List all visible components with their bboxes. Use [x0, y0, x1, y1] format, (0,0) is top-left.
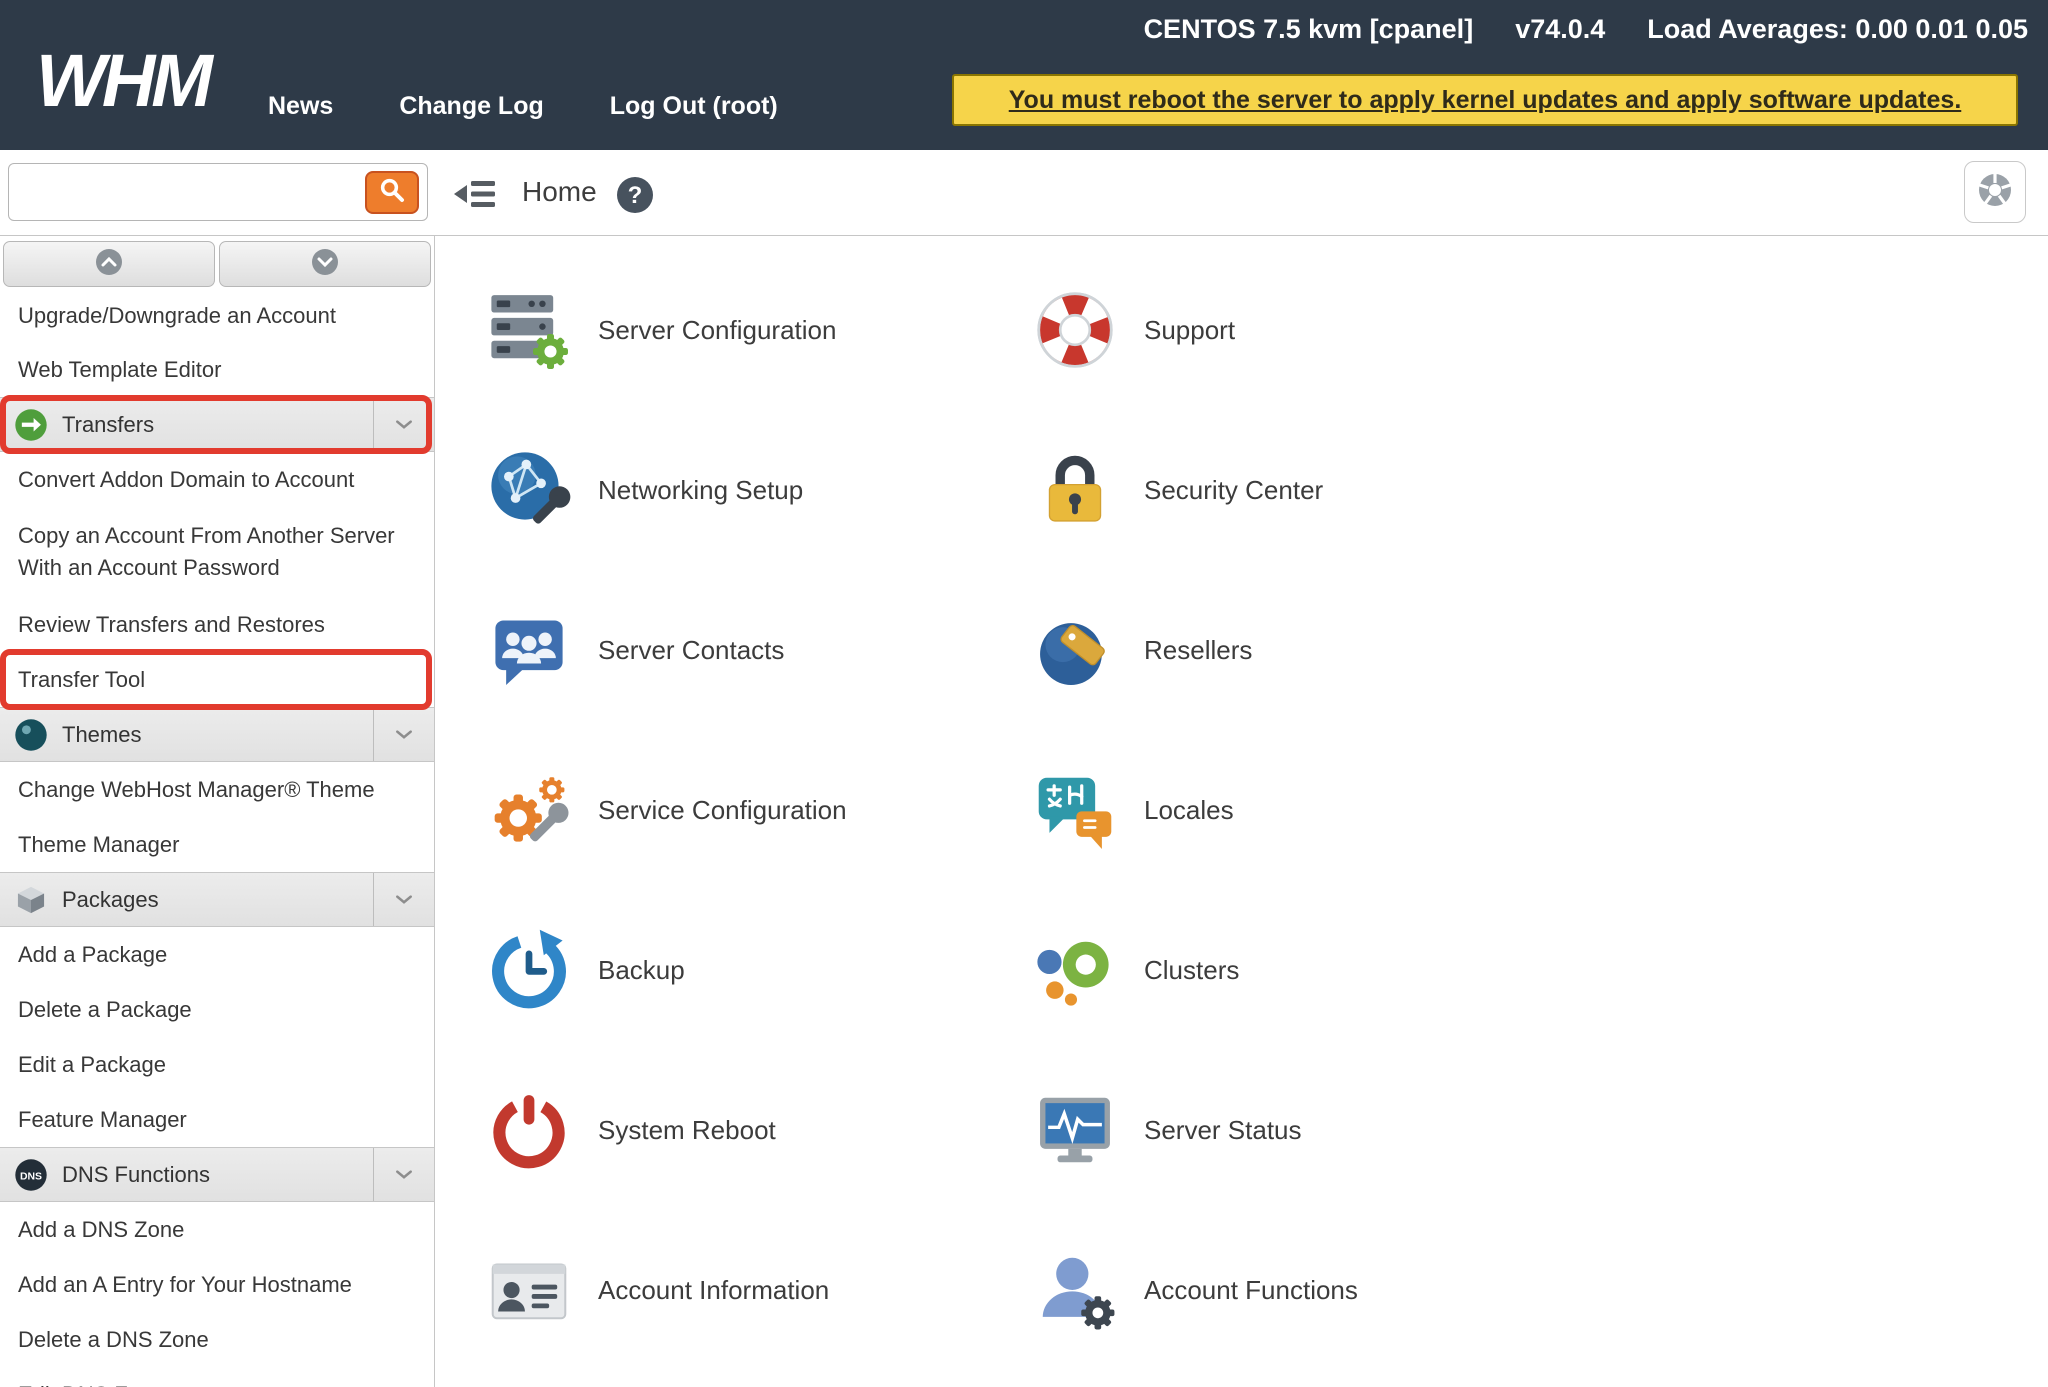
security-center-icon — [1032, 447, 1118, 533]
sidebar-scroll-controls — [0, 236, 434, 292]
sidebar-item-transfer-tool[interactable]: Transfer Tool — [0, 649, 434, 710]
chevron-down-icon[interactable] — [373, 708, 434, 761]
sidebar-item-web-template-editor[interactable]: Web Template Editor — [0, 342, 434, 397]
server-contacts-icon — [486, 607, 572, 693]
sidebar-item-add-a-entry[interactable]: Add an A Entry for Your Hostname — [0, 1257, 434, 1312]
sidebar-item-copy-account[interactable]: Copy an Account From Another Server With… — [0, 507, 434, 597]
collapse-menu-icon[interactable] — [454, 178, 496, 210]
tile-networking-setup[interactable]: Networking Setup — [486, 410, 1032, 570]
sidebar-item-change-whm-theme[interactable]: Change WebHost Manager® Theme — [0, 762, 434, 817]
whm-home-page: WHM News Change Log Log Out (root) CENTO… — [0, 0, 2048, 1387]
svg-text:?: ? — [628, 182, 643, 209]
networking-setup-icon — [486, 447, 572, 533]
tile-security-center[interactable]: Security Center — [1032, 410, 1358, 570]
sidebar-section-dns-functions[interactable]: DNS DNS Functions — [0, 1147, 434, 1202]
home-tiles-grid: Server Configuration Support Networking … — [486, 250, 1358, 1370]
search-icon — [377, 175, 407, 210]
tile-backup[interactable]: Backup — [486, 890, 1032, 1050]
nav-change-log[interactable]: Change Log — [399, 92, 543, 121]
sidebar-item-add-package[interactable]: Add a Package — [0, 927, 434, 982]
themes-icon — [14, 718, 48, 752]
server-configuration-icon — [486, 287, 572, 373]
chevron-down-icon — [310, 247, 340, 282]
clusters-icon — [1032, 927, 1118, 1013]
account-information-icon — [486, 1247, 572, 1333]
tile-clusters[interactable]: Clusters — [1032, 890, 1358, 1050]
chevron-down-icon[interactable] — [373, 398, 434, 451]
sidebar-item-add-dns-zone[interactable]: Add a DNS Zone — [0, 1202, 434, 1257]
wheel-icon — [1973, 168, 2017, 217]
nav-log-out[interactable]: Log Out (root) — [610, 92, 778, 121]
help-icon[interactable]: ? — [616, 176, 654, 214]
tile-system-reboot[interactable]: System Reboot — [486, 1050, 1032, 1210]
system-reboot-icon — [486, 1087, 572, 1173]
sidebar-item-feature-manager[interactable]: Feature Manager — [0, 1092, 434, 1147]
top-bar: WHM News Change Log Log Out (root) CENTO… — [0, 0, 2048, 150]
sidebar: Upgrade/Downgrade an Account Web Templat… — [0, 236, 435, 1387]
breadcrumb-home[interactable]: Home — [522, 176, 597, 208]
sidebar-section-transfers[interactable]: Transfers — [0, 395, 434, 454]
account-functions-icon — [1032, 1247, 1118, 1333]
sidebar-item-edit-dns-zone[interactable]: Edit DNS Zone — [0, 1367, 434, 1387]
top-nav: News Change Log Log Out (root) — [268, 92, 778, 121]
tile-account-functions[interactable]: Account Functions — [1032, 1210, 1358, 1370]
toolbar: Home ? — [0, 150, 2048, 236]
resellers-icon — [1032, 607, 1118, 693]
status-version: v74.0.4 — [1515, 14, 1606, 44]
sidebar-item-delete-dns-zone[interactable]: Delete a DNS Zone — [0, 1312, 434, 1367]
packages-icon — [14, 883, 48, 917]
reboot-alert-banner[interactable]: You must reboot the server to apply kern… — [952, 74, 2018, 126]
tile-server-contacts[interactable]: Server Contacts — [486, 570, 1032, 730]
transfers-icon — [14, 408, 48, 442]
tile-server-status[interactable]: Server Status — [1032, 1050, 1358, 1210]
sidebar-menu: Upgrade/Downgrade an Account Web Templat… — [0, 292, 434, 1387]
sidebar-search — [8, 163, 428, 221]
whm-logo[interactable]: WHM — [36, 44, 213, 118]
backup-icon — [486, 927, 572, 1013]
chevron-up-icon — [94, 247, 124, 282]
tile-resellers[interactable]: Resellers — [1032, 570, 1358, 730]
status-system: CENTOS 7.5 kvm [cpanel] — [1143, 14, 1474, 44]
dns-icon: DNS — [14, 1158, 48, 1192]
sidebar-item-convert-addon-domain[interactable]: Convert Addon Domain to Account — [0, 452, 434, 507]
service-configuration-icon — [486, 767, 572, 853]
nav-news[interactable]: News — [268, 92, 333, 121]
locales-icon — [1032, 767, 1118, 853]
server-status-line: CENTOS 7.5 kvm [cpanel] v74.0.4 Load Ave… — [1144, 14, 2028, 45]
sidebar-item-edit-package[interactable]: Edit a Package — [0, 1037, 434, 1092]
sidebar-item-delete-package[interactable]: Delete a Package — [0, 982, 434, 1037]
tile-server-configuration[interactable]: Server Configuration — [486, 250, 1032, 410]
status-load-averages: Load Averages: 0.00 0.01 0.05 — [1647, 14, 2028, 44]
sidebar-item-theme-manager[interactable]: Theme Manager — [0, 817, 434, 872]
scroll-down-button[interactable] — [219, 241, 431, 287]
svg-text:DNS: DNS — [20, 1171, 42, 1182]
tile-account-information[interactable]: Account Information — [486, 1210, 1032, 1370]
chevron-down-icon[interactable] — [373, 1148, 434, 1201]
settings-button[interactable] — [1964, 161, 2026, 223]
main-content: Server Configuration Support Networking … — [436, 236, 2048, 1387]
server-status-icon — [1032, 1087, 1118, 1173]
scroll-up-button[interactable] — [3, 241, 215, 287]
sidebar-section-themes[interactable]: Themes — [0, 707, 434, 762]
tile-locales[interactable]: Locales — [1032, 730, 1358, 890]
sidebar-section-packages[interactable]: Packages — [0, 872, 434, 927]
tile-support[interactable]: Support — [1032, 250, 1358, 410]
sidebar-item-review-transfers[interactable]: Review Transfers and Restores — [0, 597, 434, 652]
search-button[interactable] — [365, 171, 419, 214]
sidebar-item-upgrade-downgrade-account[interactable]: Upgrade/Downgrade an Account — [0, 292, 434, 342]
support-icon — [1032, 287, 1118, 373]
chevron-down-icon[interactable] — [373, 873, 434, 926]
tile-service-configuration[interactable]: Service Configuration — [486, 730, 1032, 890]
